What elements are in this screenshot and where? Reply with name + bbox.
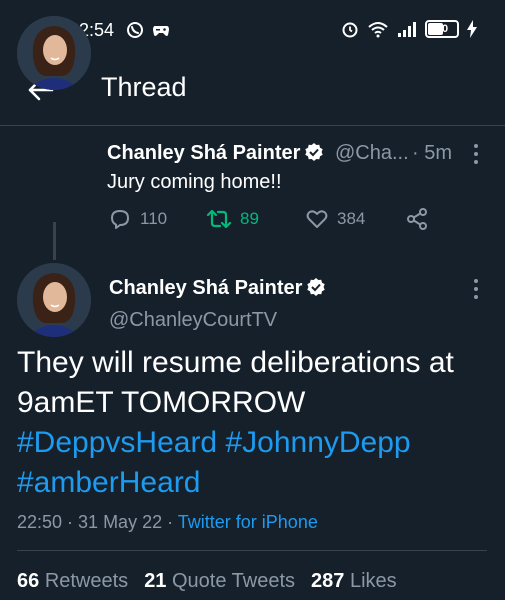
charging-bolt-icon	[467, 20, 477, 38]
retweet-button[interactable]: 89	[206, 207, 259, 231]
hashtag-link[interactable]: #DeppvsHeard	[17, 426, 217, 459]
verified-badge-icon	[305, 143, 324, 161]
game-controller-icon	[153, 26, 169, 36]
avatar[interactable]	[17, 16, 91, 90]
heart-icon	[306, 210, 328, 228]
more-dot	[474, 144, 478, 148]
quote-tweets-count: 21	[144, 570, 167, 592]
more-dot	[474, 160, 478, 164]
divider	[17, 550, 487, 551]
share-icon	[407, 208, 427, 230]
battery-percentage: 50	[435, 23, 449, 35]
reply-author-name[interactable]: Chanley Shá Painter	[107, 142, 324, 165]
quote-tweets-stat[interactable]: 21 Quote Tweets	[144, 570, 295, 593]
hashtag-link[interactable]: #amberHeard	[17, 466, 200, 499]
retweet-icon	[206, 209, 232, 229]
likes-stat[interactable]: 287 Likes	[311, 570, 397, 593]
author-handle[interactable]: @ChanleyCourtTV	[109, 309, 277, 332]
reply-more-options-button[interactable]	[468, 144, 484, 164]
comment-icon	[111, 210, 129, 229]
quote-tweets-label: Quote Tweets	[172, 570, 296, 592]
reply-timestamp[interactable]: · 5m	[412, 142, 452, 165]
likes-count: 287	[311, 570, 345, 592]
more-dot	[474, 295, 478, 299]
retweets-label: Retweets	[44, 570, 129, 592]
tweet-meta: 22:50 · 31 May 22 · Twitter for iPhone	[17, 512, 318, 533]
reply-button[interactable]: 110	[108, 207, 167, 231]
share-button[interactable]	[405, 207, 429, 231]
wifi-icon	[368, 22, 388, 38]
battery-indicator: 50	[425, 20, 459, 38]
whatsapp-icon	[127, 22, 143, 38]
status-system-icons: 50	[341, 20, 477, 38]
profile-photo	[17, 263, 91, 337]
thread-connector-line	[53, 222, 56, 260]
retweets-count: 66	[17, 570, 40, 592]
signal-icon	[398, 22, 416, 37]
profile-photo	[17, 16, 91, 90]
reply-author-name-text: Chanley Shá Painter	[107, 142, 301, 164]
verified-badge-icon	[307, 278, 326, 296]
tweet-body: They will resume deliberations at 9amET …	[17, 346, 454, 419]
page-title: Thread	[101, 72, 187, 102]
alarm-icon	[342, 22, 358, 38]
more-dot	[474, 279, 478, 283]
tweet-stats: 66 Retweets 21 Quote Tweets 287 Likes	[17, 570, 397, 593]
tweet-source-link[interactable]: Twitter for iPhone	[178, 512, 318, 532]
retweets-stat[interactable]: 66 Retweets	[17, 570, 128, 593]
likes-label: Likes	[349, 570, 397, 592]
author-name[interactable]: Chanley Shá Painter	[109, 277, 326, 300]
reply-author-handle[interactable]: @Cha...	[335, 142, 409, 165]
more-dot	[474, 287, 478, 291]
reply-tweet-text: Jury coming home!!	[107, 171, 282, 193]
more-options-button[interactable]	[468, 279, 484, 299]
reply-count: 110	[140, 209, 168, 228]
tweet-timestamp[interactable]: 22:50 · 31 May 22 ·	[17, 512, 173, 532]
like-count: 384	[337, 209, 366, 228]
hashtag-link[interactable]: #JohnnyDepp	[225, 426, 410, 459]
like-button[interactable]: 384	[305, 207, 365, 231]
tweet-text: They will resume deliberations at 9amET …	[17, 343, 487, 503]
avatar[interactable]	[17, 263, 91, 337]
more-dot	[474, 152, 478, 156]
status-notification-icons	[126, 21, 170, 39]
retweet-count: 89	[240, 209, 259, 228]
author-name-text: Chanley Shá Painter	[109, 277, 303, 299]
